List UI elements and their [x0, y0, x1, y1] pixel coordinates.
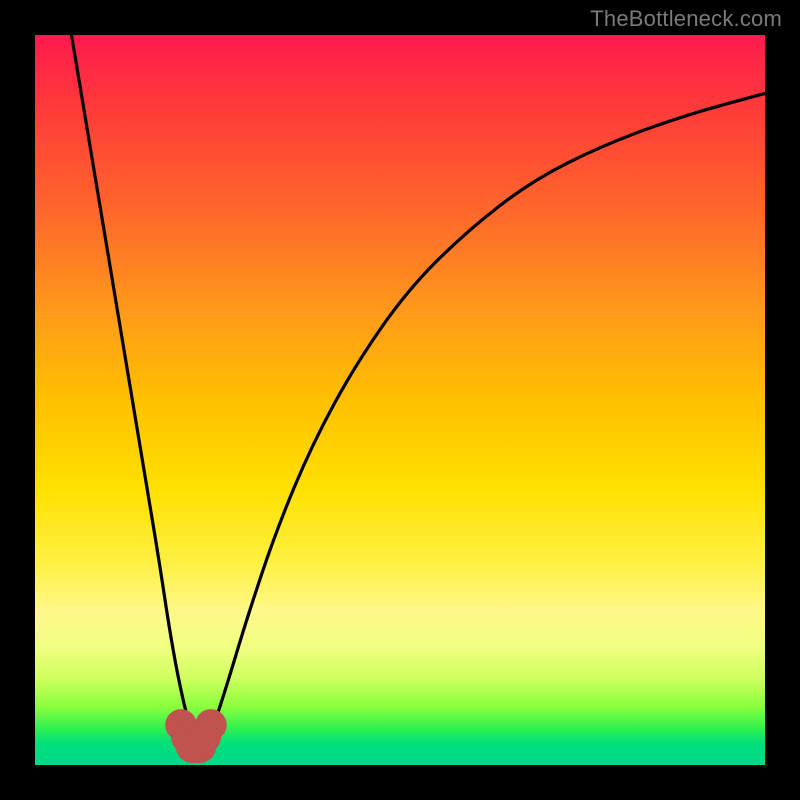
min-region-markers	[165, 709, 227, 763]
plot-area	[35, 35, 765, 765]
chart-frame: TheBottleneck.com	[0, 0, 800, 800]
watermark-text: TheBottleneck.com	[590, 6, 782, 32]
chart-svg	[35, 35, 765, 765]
min-region-dot	[195, 709, 227, 741]
bottleneck-curve	[72, 35, 766, 747]
